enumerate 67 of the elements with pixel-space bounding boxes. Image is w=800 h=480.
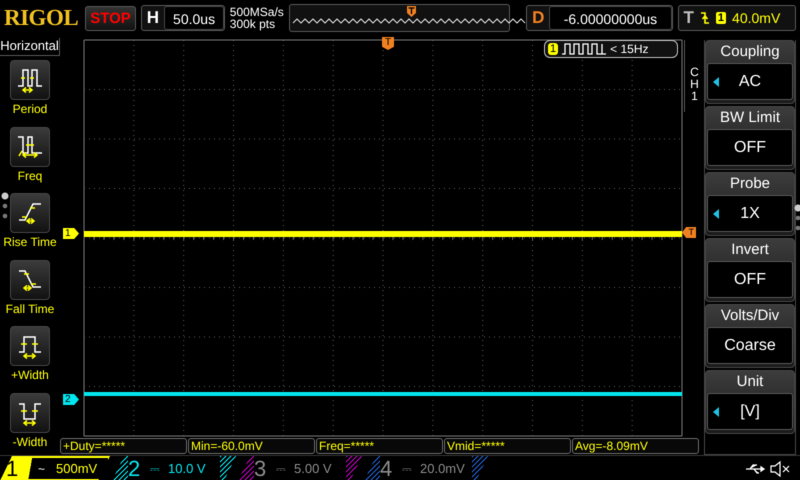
channel-marker[interactable]: 2 [63, 394, 79, 405]
horizontal-scale-box[interactable]: H 50.0us [140, 5, 225, 31]
measure-label: Fall Time [6, 302, 54, 316]
menu-softkey[interactable]: Invert OFF [705, 238, 795, 302]
channel-number: 2 [128, 456, 142, 480]
coupling-symbol: ~ [38, 462, 46, 476]
menu-softkey[interactable]: Volts/Div Coarse [705, 304, 795, 368]
channel-badge: 1 [548, 43, 558, 55]
trigger-position-marker: T [382, 37, 394, 50]
softkey-label: Unit [736, 372, 764, 392]
channel-number: 4 [380, 456, 394, 480]
softkey-value: OFF [734, 138, 766, 156]
trigger-level-marker: T [682, 227, 696, 238]
horizontal-scale-value: 50.0us [164, 6, 224, 30]
horizontal-label: H [146, 8, 160, 28]
channel-button[interactable]: 3 ⎓ 5.00 V [238, 456, 362, 480]
channel-number: 3 [254, 456, 268, 480]
menu-softkey[interactable]: Coupling AC [705, 40, 795, 104]
sample-rate: 500MSa/s [230, 6, 284, 18]
channel-tab-label: CH1 [689, 66, 700, 102]
channel-button[interactable]: 4 ⎓ 20.0mV [364, 456, 488, 480]
measure-label: -Width [12, 434, 48, 448]
frequency-value: < 15Hz [610, 42, 648, 56]
trigger-source-badge: 1 [716, 12, 726, 24]
softkey-value: Coarse [724, 336, 776, 354]
softkey-label: Coupling [720, 42, 780, 62]
run-state-indicator[interactable]: STOP [85, 6, 136, 30]
delay-label: D [531, 8, 546, 28]
softkey-value: OFF [734, 270, 766, 288]
trigger-level-value: 40.0mV [732, 10, 780, 26]
channel-button[interactable]: 2 ⎓ 10.0 V [112, 456, 236, 480]
measure-label: +Width [11, 368, 49, 382]
channel-scale: 20.0mV [420, 461, 465, 476]
measurement-readout: +Duty=***** [60, 438, 187, 454]
coupling-symbol: ⎓ [276, 462, 287, 476]
brand-logo: RIGOL [4, 5, 78, 31]
softkey-value: AC [738, 72, 762, 90]
menu-softkey[interactable]: Unit [V] [705, 370, 795, 434]
coupling-symbol: ⎓ [402, 462, 413, 476]
channel-marker[interactable]: 1 [63, 228, 79, 239]
channel-number: 1 [6, 456, 20, 480]
softkey-label: Invert [731, 240, 769, 260]
measurement-readout: Freq=***** [316, 438, 443, 454]
menu-softkey[interactable]: Probe 1X [705, 172, 795, 236]
channel-scale: 5.00 V [294, 461, 332, 476]
delay-value: -6.00000000us [549, 6, 672, 30]
channel-scale: 10.0 V [168, 461, 206, 476]
measurement-readout: Avg=-8.09mV [572, 438, 699, 454]
softkey-value: [V] [740, 402, 760, 420]
softkey-label: BW Limit [720, 108, 780, 128]
softkey-label: Volts/Div [720, 306, 780, 326]
trigger-label: T [682, 8, 694, 28]
menu-softkey[interactable]: BW Limit OFF [705, 106, 795, 170]
measure-label: Rise Time [3, 235, 57, 249]
trigger-box[interactable]: T 1 40.0mV [678, 5, 796, 31]
measure-label: Period [12, 102, 48, 116]
menu-title: Horizontal [0, 38, 60, 56]
measurement-readout: Min=-60.0mV [188, 438, 315, 454]
measurement-readout: Vmid=***** [444, 438, 571, 454]
memory-depth: 300k pts [230, 18, 276, 30]
coupling-symbol: ⎓ [150, 462, 161, 476]
channel-scale: 500mV [56, 461, 98, 476]
softkey-label: Probe [730, 174, 770, 194]
delay-box[interactable]: D -6.00000000us [526, 5, 673, 31]
measure-label: Freq [18, 168, 42, 182]
channel-button[interactable]: 1 ~ 500mV [0, 456, 110, 480]
softkey-value: 1X [740, 204, 760, 222]
